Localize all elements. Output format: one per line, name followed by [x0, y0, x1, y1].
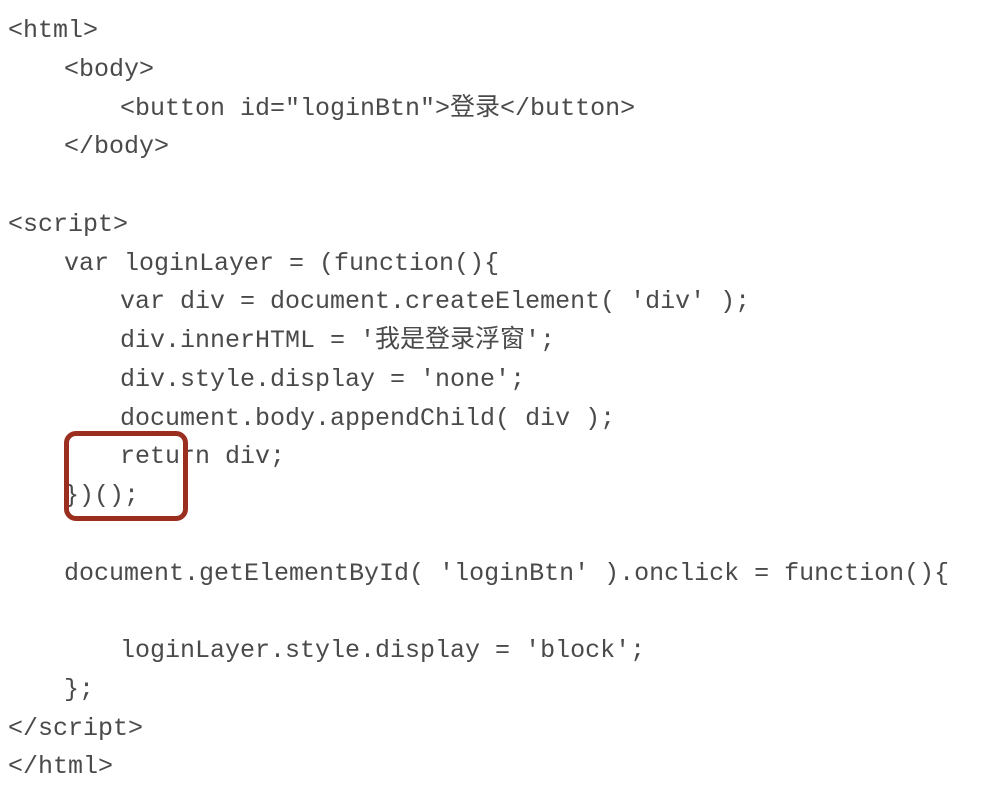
code-line: </html> [8, 752, 113, 781]
code-line: </script> [8, 714, 143, 743]
code-line: loginLayer.style.display = 'block'; [120, 636, 645, 665]
code-line: <html> [8, 16, 98, 45]
code-line: return div; [120, 442, 285, 471]
code-line: var loginLayer = (function(){ [64, 249, 499, 278]
code-line: document.getElementById( 'loginBtn' ).on… [64, 559, 949, 588]
code-line: </body> [64, 132, 169, 161]
code-line: <script> [8, 210, 128, 239]
code-line: div.style.display = 'none'; [120, 365, 525, 394]
code-line: }; [64, 675, 94, 704]
code-line: <button id="loginBtn">登录</button> [120, 94, 635, 123]
code-line: document.body.appendChild( div ); [120, 404, 615, 433]
code-block: <html> <body> <button id="loginBtn">登录</… [8, 12, 976, 787]
code-line: })(); [64, 481, 139, 510]
code-line: <body> [64, 55, 154, 84]
code-line: var div = document.createElement( 'div' … [120, 287, 750, 316]
code-line: div.innerHTML = '我是登录浮窗'; [120, 326, 555, 355]
